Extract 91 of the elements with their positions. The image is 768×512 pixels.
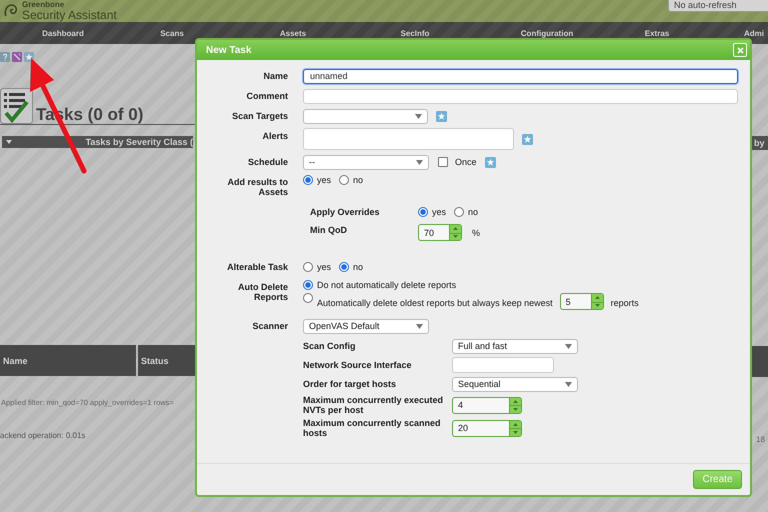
scan-targets-select[interactable] <box>303 108 428 124</box>
nav-item[interactable]: Assets <box>218 28 368 38</box>
field-label: Add results to Assets <box>226 176 288 198</box>
field-label: Min QoD <box>310 224 348 235</box>
field-label: Scanner <box>251 320 288 333</box>
radio-button[interactable] <box>418 207 428 217</box>
down-arrow-icon[interactable] <box>453 235 458 238</box>
radio-label: no <box>468 207 478 217</box>
caret-icon[interactable] <box>565 382 572 386</box>
radio-button[interactable] <box>339 175 350 185</box>
panel-title: Tasks by Severity Class ( <box>86 137 193 147</box>
caret-icon[interactable] <box>415 114 422 118</box>
field-label: Maximum concurrently executed NVTs per host <box>303 395 444 415</box>
radio-label: yes <box>317 175 332 185</box>
dialog-title: New Task <box>206 44 252 56</box>
logo-text: Security Assistant <box>22 9 117 21</box>
down-arrow-icon[interactable] <box>594 304 600 308</box>
nav-item[interactable]: SecInfo <box>368 28 462 38</box>
star-button[interactable] <box>484 156 496 168</box>
up-arrow-icon[interactable] <box>594 296 600 300</box>
down-arrow-icon[interactable] <box>513 430 518 434</box>
help-icon[interactable] <box>0 52 10 62</box>
radio-label: Automatically delete oldest reports but always keep newest <box>317 298 553 308</box>
star-button[interactable] <box>522 134 533 144</box>
alerts-list[interactable] <box>303 128 514 150</box>
radio-button[interactable] <box>303 175 313 185</box>
logo-icon <box>3 3 19 19</box>
caret-icon[interactable] <box>416 324 423 328</box>
radio-button[interactable] <box>454 207 464 217</box>
field-label: Apply Overrides <box>310 207 381 217</box>
nav-item[interactable]: Scans <box>126 28 218 38</box>
status-text: 18 <box>755 435 766 444</box>
status-text: ackend operation: 0.01s <box>0 431 86 440</box>
option-select[interactable]: Sequential <box>452 376 578 392</box>
caret-icon[interactable] <box>416 160 423 164</box>
radio-label: no <box>353 175 364 185</box>
checkbox-label: Once <box>455 157 477 167</box>
radio-label: Do not automatically delete reports <box>317 280 456 290</box>
name-field[interactable]: unnamed <box>303 68 738 84</box>
radio-button[interactable] <box>303 280 313 290</box>
task-list-icon <box>0 88 33 124</box>
scanner-select[interactable]: OpenVAS Default <box>303 318 429 334</box>
refresh-select[interactable]: No auto-refresh <box>668 0 768 12</box>
nav-item[interactable]: Configuration <box>462 28 632 38</box>
star-button[interactable] <box>436 110 447 122</box>
number-field[interactable]: 20 <box>452 420 509 436</box>
input-field[interactable] <box>452 357 554 373</box>
keep-count-field[interactable]: 5 <box>560 293 591 310</box>
wand-icon[interactable] <box>12 52 22 62</box>
close-button[interactable] <box>733 43 747 57</box>
logo-text: Greenbone <box>22 1 66 9</box>
caret-icon[interactable] <box>565 344 572 348</box>
min-qod-field[interactable]: 70 <box>418 224 449 241</box>
radio-label: yes <box>432 207 446 217</box>
field-label: Schedule <box>246 156 288 169</box>
up-arrow-icon[interactable] <box>513 400 518 403</box>
radio-label: no <box>353 262 364 272</box>
column-header[interactable]: Name <box>0 345 136 376</box>
nav-item[interactable]: Admi <box>744 28 764 38</box>
panel-title: by <box>752 136 768 150</box>
nav-item[interactable]: Extras <box>632 28 682 38</box>
caret-icon[interactable] <box>6 140 12 144</box>
down-arrow-icon[interactable] <box>513 408 518 411</box>
radio-label: yes <box>317 262 332 272</box>
star-icon[interactable] <box>24 52 34 62</box>
up-arrow-icon[interactable] <box>513 422 518 426</box>
field-label: Alerts <box>261 130 288 143</box>
table-header-background <box>752 346 768 377</box>
radio-button[interactable] <box>303 262 313 272</box>
radio-button[interactable] <box>303 293 313 303</box>
unit-label: reports <box>610 298 639 308</box>
field-label: Alterable Task <box>226 261 288 274</box>
close-icon[interactable] <box>736 46 744 54</box>
field-label: Auto Delete Reports <box>236 281 288 304</box>
comment-field[interactable] <box>303 88 738 104</box>
field-label: Network Source Interface <box>303 360 413 370</box>
field-label: Comment <box>245 90 288 103</box>
schedule-select[interactable]: -- <box>303 154 429 170</box>
field-label: Maximum concurrently scanned hosts <box>303 418 442 438</box>
nav-item[interactable]: Dashboard <box>0 28 126 38</box>
field-label: Order for target hosts <box>303 379 398 389</box>
checkbox[interactable] <box>438 157 448 167</box>
up-arrow-icon[interactable] <box>453 227 458 230</box>
radio-button[interactable] <box>339 262 350 272</box>
unit-label: % <box>472 228 480 238</box>
column-header[interactable]: Status <box>138 345 195 376</box>
field-label: Scan Targets <box>231 110 288 123</box>
number-field[interactable]: 4 <box>452 396 509 414</box>
option-select[interactable]: Full and fast <box>452 338 578 354</box>
field-label: Scan Config <box>303 341 357 351</box>
field-label: Name <box>262 70 288 83</box>
